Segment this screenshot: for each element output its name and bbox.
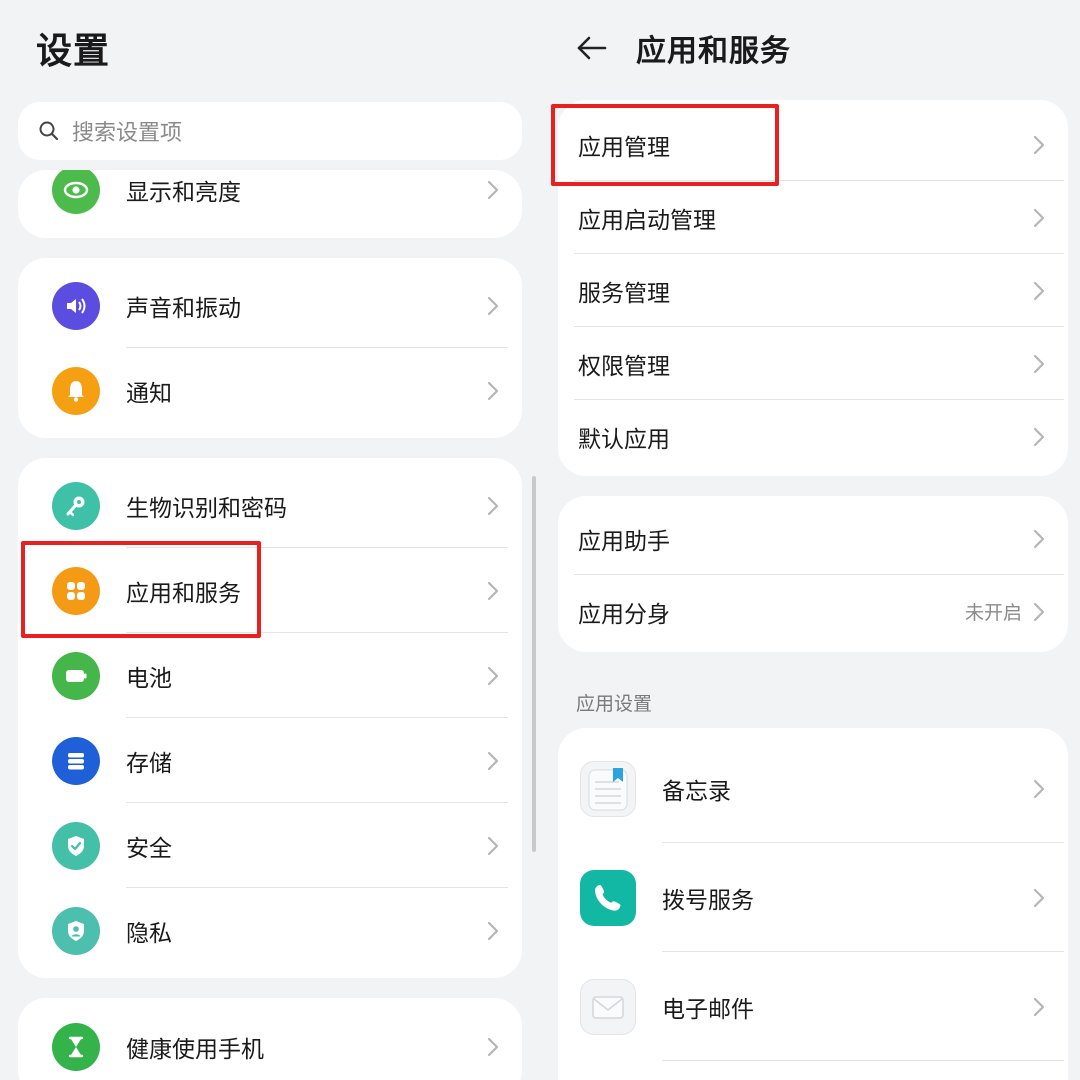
eye-icon [52,170,100,214]
sidebar-item-label: 通知 [126,380,172,407]
mail-icon [580,978,636,1035]
chevron-right-icon [487,836,499,855]
chevron-right-icon [1033,281,1045,300]
menu-item-app-launch[interactable]: 应用启动管理 [558,181,1068,254]
menu-item-label: 应用管理 [578,134,670,161]
battery-icon [52,651,100,700]
divider [662,1060,1064,1061]
back-button[interactable] [572,28,612,68]
sidebar-item-label: 显示和亮度 [126,180,241,206]
settings-pane: 设置 搜索设置项 显示和亮度 声音和振动 通知 生物识别和密码 应用和服务 电池… [0,0,540,1080]
menu-item-label: 备忘录 [662,778,731,805]
apps-group-assistant: 应用助手 应用分身 未开启 [558,496,1068,652]
notepad-icon [580,760,636,817]
section-header: 应用设置 [576,693,653,715]
menu-item-label: 权限管理 [578,353,670,380]
menu-item-permission-management[interactable]: 权限管理 [558,327,1068,400]
speaker-icon [52,281,100,330]
chevron-right-icon [1033,208,1045,227]
apps-services-pane: 应用和服务 应用管理 应用启动管理 服务管理 权限管理 默认应用 应用助手 应用… [540,0,1080,1080]
menu-item-app-management[interactable]: 应用管理 [558,108,1068,181]
chevron-right-icon [487,921,499,940]
settings-group-health: 健康使用手机 [18,998,522,1080]
page-title: 设置 [36,31,111,72]
app-item-email[interactable]: 电子邮件 [558,952,1068,1061]
app-item-dialer[interactable]: 拨号服务 [558,843,1068,952]
apps-group-management: 应用管理 应用启动管理 服务管理 权限管理 默认应用 [558,100,1068,476]
sidebar-item-digital-balance[interactable]: 健康使用手机 [18,1004,522,1080]
sidebar-item-label: 健康使用手机 [126,1036,264,1063]
apps-grid-icon [52,566,100,615]
arrow-left-icon [577,36,607,60]
chevron-right-icon [487,296,499,315]
chevron-right-icon [1033,135,1045,154]
menu-item-default-apps[interactable]: 默认应用 [558,400,1068,473]
sidebar-item-display[interactable]: 显示和亮度 [18,170,522,224]
settings-group-display: 显示和亮度 [18,170,522,238]
menu-item-label: 应用助手 [578,528,670,555]
sidebar-item-storage[interactable]: 存储 [18,718,522,803]
sidebar-item-label: 生物识别和密码 [126,495,287,522]
page-title: 应用和服务 [636,34,791,69]
sidebar-item-label: 存储 [126,750,172,777]
sidebar-item-battery[interactable]: 电池 [18,633,522,718]
phone-icon [580,869,636,926]
sidebar-item-label: 安全 [126,835,172,862]
chevron-right-icon [487,751,499,770]
sidebar-item-privacy[interactable]: 隐私 [18,888,522,973]
bell-icon [52,366,100,415]
storage-icon [52,736,100,785]
menu-item-label: 电子邮件 [662,996,754,1023]
chevron-right-icon [1033,602,1045,621]
chevron-right-icon [487,381,499,400]
apps-group-app-settings: 备忘录 拨号服务 电子邮件 [558,728,1068,1080]
shield-check-icon [52,821,100,870]
search-placeholder: 搜索设置项 [72,121,183,146]
status-value: 未开启 [964,602,1022,624]
scrollbar[interactable] [532,476,536,852]
sidebar-item-label: 隐私 [126,920,172,947]
menu-item-label: 默认应用 [578,426,670,453]
chevron-right-icon [1033,427,1045,446]
chevron-right-icon [487,666,499,685]
hourglass-icon [52,1022,100,1071]
sidebar-item-sound[interactable]: 声音和振动 [18,263,522,348]
sidebar-item-label: 声音和振动 [126,295,241,322]
sidebar-item-label: 应用和服务 [126,580,241,607]
app-item-notepad[interactable]: 备忘录 [558,734,1068,843]
chevron-right-icon [1033,529,1045,548]
menu-item-label: 服务管理 [578,280,670,307]
sidebar-item-biometrics[interactable]: 生物识别和密码 [18,463,522,548]
chevron-right-icon [487,581,499,600]
chevron-right-icon [487,496,499,515]
key-icon [52,481,100,530]
sidebar-item-label: 电池 [126,665,172,692]
chevron-right-icon [1033,779,1045,798]
sidebar-item-security[interactable]: 安全 [18,803,522,888]
chevron-right-icon [487,1037,499,1056]
chevron-right-icon [1033,997,1045,1016]
menu-item-label: 应用分身 [578,601,670,628]
chevron-right-icon [1033,354,1045,373]
privacy-shield-icon [52,906,100,955]
chevron-right-icon [1033,888,1045,907]
menu-item-label: 应用启动管理 [578,207,716,234]
page-header: 应用和服务 [572,22,791,74]
settings-group-sound: 声音和振动 通知 [18,258,522,438]
search-icon [39,121,59,141]
search-input[interactable]: 搜索设置项 [18,102,522,160]
menu-item-app-assistant[interactable]: 应用助手 [558,502,1068,575]
chevron-right-icon [487,180,499,200]
sidebar-item-notifications[interactable]: 通知 [18,348,522,433]
settings-group-main: 生物识别和密码 应用和服务 电池 存储 安全 隐私 [18,458,522,978]
menu-item-label: 拨号服务 [662,887,754,914]
sidebar-item-apps-services[interactable]: 应用和服务 [18,548,522,633]
menu-item-service-management[interactable]: 服务管理 [558,254,1068,327]
menu-item-app-twin[interactable]: 应用分身 未开启 [558,575,1068,648]
